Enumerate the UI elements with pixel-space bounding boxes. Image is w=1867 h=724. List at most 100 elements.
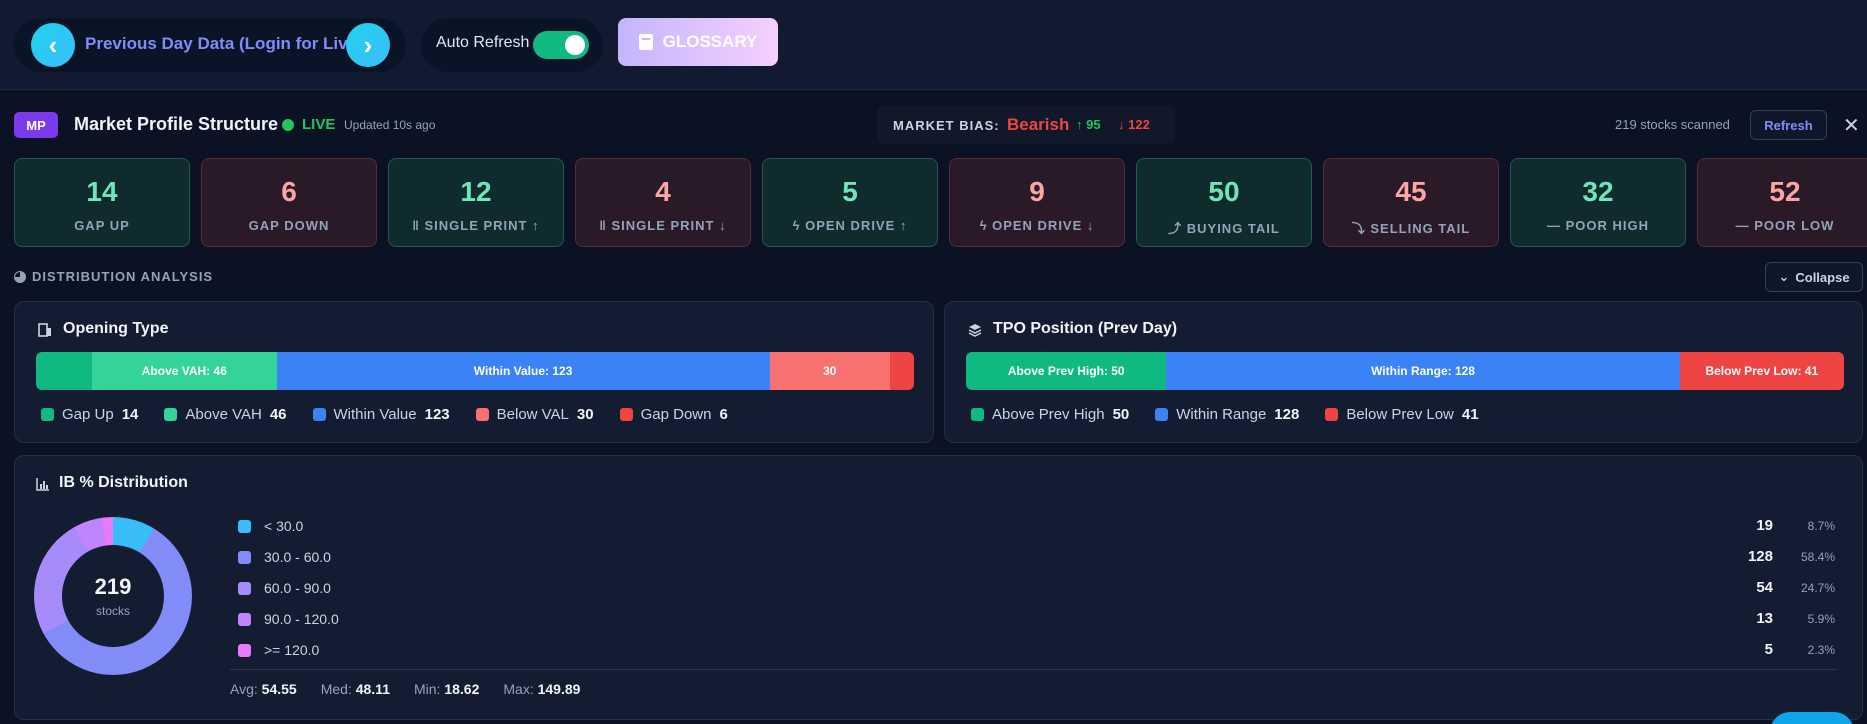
donut-unit: stocks bbox=[95, 604, 130, 618]
stat-card-value: 6 bbox=[281, 176, 297, 207]
stat-avg: Avg: 54.55 bbox=[230, 681, 297, 697]
stat-avg-value: 54.55 bbox=[261, 681, 297, 697]
legend-name: Below VAL bbox=[496, 406, 569, 423]
legend-value: 46 bbox=[269, 406, 287, 423]
live-label: LIVE bbox=[302, 116, 336, 133]
tpo-position-title: TPO Position (Prev Day) bbox=[993, 320, 1178, 337]
legend-swatch bbox=[164, 408, 178, 421]
stat-card[interactable]: 5 ϟ OPEN DRIVE ↑ bbox=[762, 158, 938, 247]
list-item: 90.0 - 120.0 13 5.9% bbox=[238, 609, 1835, 631]
range-swatch bbox=[238, 613, 251, 626]
range-percent: 5.9% bbox=[1807, 612, 1835, 626]
stat-card-value: 52 bbox=[1769, 176, 1801, 207]
legend-item: Above VAH 46 bbox=[164, 406, 287, 423]
legend-item: Within Range 128 bbox=[1155, 406, 1299, 423]
close-icon[interactable]: ✕ bbox=[1843, 113, 1860, 138]
stat-card[interactable]: 6 GAP DOWN bbox=[201, 158, 377, 247]
ib-donut-chart: 219 stocks bbox=[34, 517, 192, 675]
list-item: < 30.0 19 8.7% bbox=[238, 516, 1835, 538]
stat-card[interactable]: 50 ⤴ BUYING TAIL bbox=[1136, 158, 1312, 247]
stat-card[interactable]: 45 ⤵ SELLING TAIL bbox=[1323, 158, 1499, 247]
range-label: 30.0 - 60.0 bbox=[264, 549, 331, 565]
stat-card[interactable]: 4 ‖ SINGLE PRINT ↓ bbox=[575, 158, 751, 247]
chevron-down-icon: ⌄ bbox=[1778, 269, 1790, 284]
legend-item: Gap Down 6 bbox=[619, 406, 728, 423]
legend-name: Within Range bbox=[1176, 406, 1267, 423]
bar-segment[interactable]: Within Value: 123 bbox=[276, 352, 770, 390]
legend-value: 128 bbox=[1274, 406, 1300, 423]
bar-segment[interactable] bbox=[36, 352, 93, 390]
auto-refresh-label: Auto Refresh bbox=[436, 34, 530, 51]
stat-card-label: GAP UP bbox=[74, 218, 130, 233]
bias-up-value: 95 bbox=[1086, 117, 1101, 132]
data-mode-label[interactable]: Previous Day Data (Login for Live) bbox=[85, 34, 363, 54]
range-label: 90.0 - 120.0 bbox=[264, 611, 339, 627]
previous-day-button[interactable]: ‹ bbox=[31, 23, 75, 67]
refresh-button[interactable]: Refresh bbox=[1750, 110, 1827, 140]
legend-swatch bbox=[971, 408, 984, 421]
stat-card[interactable]: 9 ϟ OPEN DRIVE ↓ bbox=[949, 158, 1125, 247]
collapse-button[interactable]: ⌄ Collapse bbox=[1765, 262, 1863, 292]
range-count: 5 bbox=[1764, 641, 1773, 658]
legend-item: Within Value 123 bbox=[312, 406, 450, 423]
top-bar: ‹ Previous Day Data (Login for Live) › A… bbox=[0, 0, 1867, 90]
stat-card[interactable]: 14 GAP UP bbox=[14, 158, 190, 247]
legend-swatch bbox=[312, 408, 326, 421]
range-count: 54 bbox=[1756, 579, 1773, 596]
stat-card-label: — POOR HIGH bbox=[1546, 218, 1649, 233]
tpo-position-legend: Above Prev High 50 Within Range 128 Below Pr… bbox=[971, 406, 1479, 423]
range-label: 60.0 - 90.0 bbox=[264, 580, 331, 596]
glossary-button[interactable]: GLOSSARY bbox=[618, 18, 778, 66]
legend-name: Within Value bbox=[333, 406, 417, 423]
stat-card[interactable]: 52 — POOR LOW bbox=[1697, 158, 1867, 247]
stat-card-label: GAP DOWN bbox=[248, 218, 330, 233]
legend-name: Below Prev Low bbox=[1346, 406, 1454, 423]
legend-swatch bbox=[1155, 408, 1169, 421]
opening-type-bar: Above VAH: 46 Within Value: 123 30 bbox=[36, 352, 914, 390]
stat-med-value: 48.11 bbox=[355, 681, 390, 697]
mp-badge: MP bbox=[14, 112, 58, 138]
floating-action-button[interactable] bbox=[1770, 712, 1854, 724]
range-swatch bbox=[238, 582, 251, 595]
range-percent: 58.4% bbox=[1800, 550, 1835, 564]
glossary-label: GLOSSARY bbox=[662, 32, 758, 51]
stocks-scanned: 219 stocks scanned bbox=[1615, 117, 1730, 132]
range-swatch bbox=[238, 551, 251, 564]
next-day-button[interactable]: › bbox=[346, 23, 390, 67]
opening-type-title: Opening Type bbox=[63, 320, 169, 337]
stat-card-label: ⤴ BUYING TAIL bbox=[1168, 221, 1280, 236]
range-swatch bbox=[238, 520, 251, 533]
updated-timestamp: Updated 10s ago bbox=[344, 118, 436, 132]
collapse-label: Collapse bbox=[1795, 269, 1850, 285]
auto-refresh-toggle[interactable] bbox=[533, 31, 589, 59]
range-label: >= 120.0 bbox=[264, 642, 320, 658]
stat-card-value: 4 bbox=[655, 176, 671, 207]
bar-segment[interactable]: Above Prev High: 50 bbox=[966, 352, 1167, 390]
donut-center: 219 stocks bbox=[62, 545, 164, 647]
bar-segment[interactable]: Below Prev Low: 41 bbox=[1679, 352, 1844, 390]
arrow-up-icon: ↑ bbox=[1076, 117, 1083, 132]
legend-swatch bbox=[1325, 408, 1339, 421]
bar-segment[interactable]: 30 bbox=[769, 352, 890, 390]
divider bbox=[230, 669, 1837, 670]
stat-card[interactable]: 12 ‖ SINGLE PRINT ↑ bbox=[388, 158, 564, 247]
stat-card-value: 12 bbox=[460, 176, 492, 207]
market-bias-box: MARKET BIAS: Bearish ↑ 95 ↓ 122 bbox=[877, 106, 1175, 144]
bias-down-value: 122 bbox=[1128, 117, 1150, 132]
bar-segment[interactable]: Above VAH: 46 bbox=[92, 352, 277, 390]
market-bias-label: MARKET BIAS: bbox=[893, 118, 1000, 133]
stat-card[interactable]: 32 — POOR HIGH bbox=[1510, 158, 1686, 247]
chevron-left-icon: ‹ bbox=[48, 29, 58, 60]
legend-name: Above Prev High bbox=[992, 406, 1105, 423]
door-icon bbox=[38, 323, 51, 337]
bar-segment[interactable] bbox=[889, 352, 914, 390]
legend-item: Above Prev High 50 bbox=[971, 406, 1129, 423]
legend-swatch bbox=[41, 408, 54, 421]
legend-value: 50 bbox=[1112, 406, 1130, 423]
legend-swatch bbox=[475, 408, 489, 421]
stat-min-value: 18.62 bbox=[444, 681, 480, 697]
stat-card-value: 50 bbox=[1208, 176, 1240, 207]
bar-segment[interactable]: Within Range: 128 bbox=[1166, 352, 1680, 390]
stat-card-value: 9 bbox=[1029, 176, 1045, 207]
range-count: 128 bbox=[1747, 548, 1773, 565]
